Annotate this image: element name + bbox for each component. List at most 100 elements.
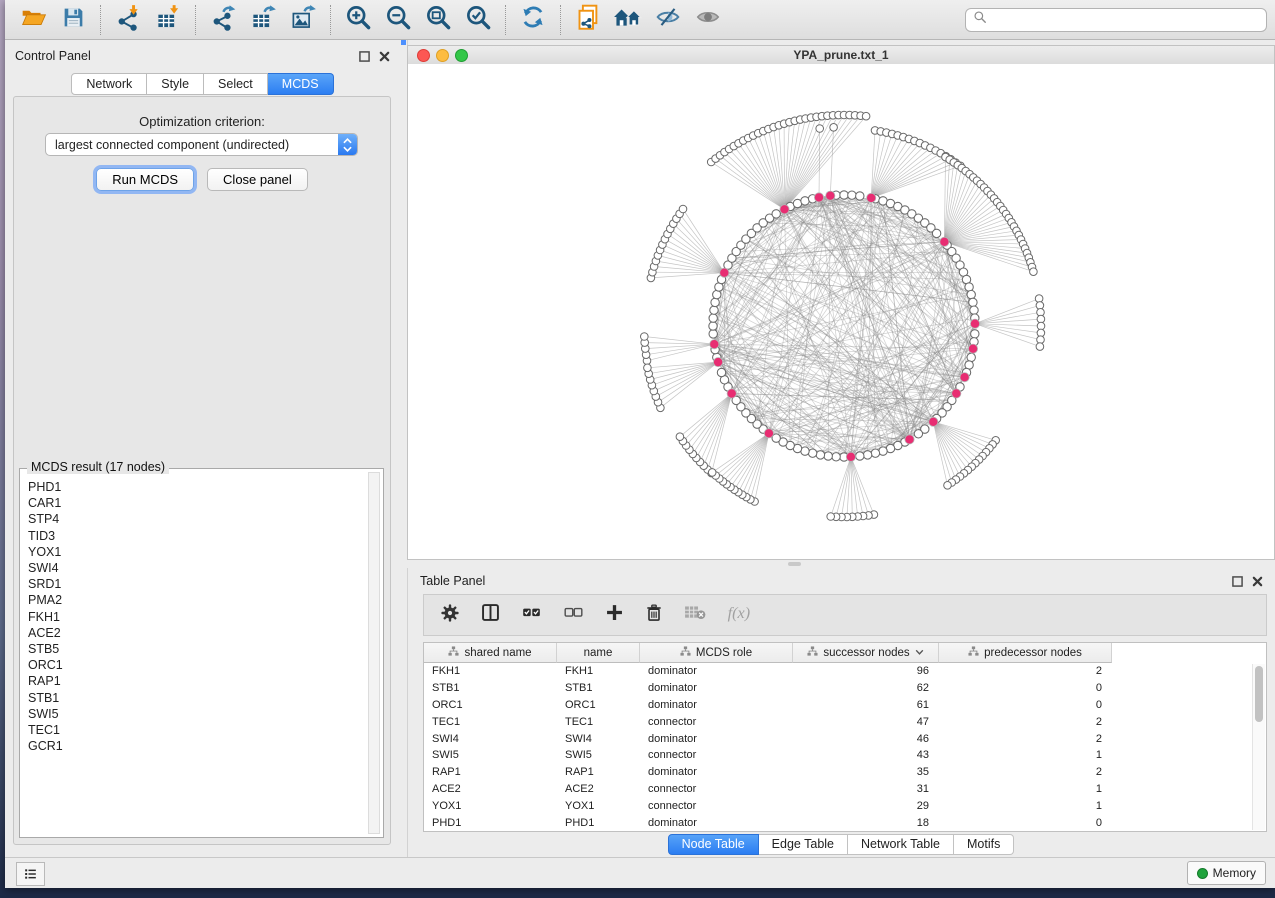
- memory-button[interactable]: Memory: [1187, 861, 1266, 885]
- mcds-result-item[interactable]: STB1: [28, 690, 366, 706]
- list-icon: [22, 866, 39, 882]
- table-row[interactable]: FKH1FKH1dominator962: [424, 663, 1266, 680]
- zoom-fit-button[interactable]: [418, 3, 458, 37]
- delete-columns-button[interactable]: [644, 602, 664, 629]
- mcds-result-item[interactable]: YOX1: [28, 544, 366, 560]
- table-scrollbar-thumb[interactable]: [1255, 666, 1263, 722]
- search-input[interactable]: [992, 12, 1259, 28]
- memory-label: Memory: [1213, 866, 1256, 880]
- table-row[interactable]: SWI5SWI5connector431: [424, 747, 1266, 764]
- table-scrollbar[interactable]: [1252, 664, 1265, 830]
- mcds-result-item[interactable]: SRD1: [28, 576, 366, 592]
- tab-select[interactable]: Select: [204, 73, 268, 95]
- search-box[interactable]: [965, 8, 1267, 32]
- result-list-scrollbar[interactable]: [368, 472, 380, 834]
- apply-layout-button[interactable]: [513, 3, 553, 37]
- mcds-result-item[interactable]: SWI5: [28, 706, 366, 722]
- network-graph[interactable]: [408, 64, 1274, 559]
- close-table-panel-icon[interactable]: [1252, 574, 1263, 592]
- table-cell: FKH1: [424, 665, 557, 677]
- mcds-result-item[interactable]: FKH1: [28, 609, 366, 625]
- network-window-titlebar[interactable]: YPA_prune.txt_1: [408, 46, 1274, 65]
- task-history-button[interactable]: [16, 862, 45, 886]
- close-panel-button[interactable]: Close panel: [207, 168, 308, 191]
- check-all-icon: [520, 602, 543, 628]
- table-row[interactable]: SWI4SWI4dominator462: [424, 730, 1266, 747]
- mcds-result-list[interactable]: PHD1CAR1STP4TID3YOX1SWI4SRD1PMA2FKH1ACE2…: [24, 479, 366, 834]
- export-image-button[interactable]: [283, 3, 323, 37]
- zoom-selected-button[interactable]: [458, 3, 498, 37]
- table-cell: dominator: [640, 665, 793, 677]
- create-column-button[interactable]: [604, 602, 625, 628]
- open-session-button[interactable]: [13, 3, 53, 37]
- close-panel-icon[interactable]: [379, 49, 390, 67]
- zoom-in-button[interactable]: [338, 3, 378, 37]
- control-panel: Control Panel NetworkStyleSelectMCDS Opt…: [5, 40, 400, 858]
- table-row[interactable]: RAP1RAP1dominator352: [424, 764, 1266, 781]
- mcds-result-item[interactable]: TID3: [28, 528, 366, 544]
- deselect-all-rows-button[interactable]: [562, 602, 585, 628]
- tab-edge-table[interactable]: Edge Table: [759, 834, 848, 855]
- table-cell: SWI5: [557, 749, 640, 761]
- network-document-button[interactable]: [568, 3, 608, 37]
- table-row[interactable]: PHD1PHD1dominator180: [424, 814, 1266, 831]
- criterion-dropdown[interactable]: largest connected component (undirected): [45, 133, 358, 156]
- mcds-result-item[interactable]: ORC1: [28, 657, 366, 673]
- column-header-MCDS-role[interactable]: MCDS role: [640, 643, 793, 663]
- network-canvas[interactable]: [408, 64, 1274, 559]
- export-network-button[interactable]: [203, 3, 243, 37]
- mcds-result-item[interactable]: GCR1: [28, 738, 366, 754]
- table-cell: 0: [939, 817, 1112, 829]
- column-header-predecessor-nodes[interactable]: predecessor nodes: [939, 643, 1112, 663]
- plus-icon: [604, 602, 625, 628]
- table-row[interactable]: ORC1ORC1dominator610: [424, 697, 1266, 714]
- tab-mcds[interactable]: MCDS: [268, 73, 334, 95]
- tab-network-table[interactable]: Network Table: [848, 834, 954, 855]
- sort-desc-icon: [915, 647, 924, 659]
- tab-style[interactable]: Style: [147, 73, 204, 95]
- column-header-shared-name[interactable]: shared name: [424, 643, 557, 663]
- import-network-button[interactable]: [108, 3, 148, 37]
- table-cell: ORC1: [557, 699, 640, 711]
- zoom-out-button[interactable]: [378, 3, 418, 37]
- table-row[interactable]: ACE2ACE2connector311: [424, 781, 1266, 798]
- table-row[interactable]: YOX1YOX1connector291: [424, 797, 1266, 814]
- search-icon: [973, 10, 987, 29]
- mcds-result-item[interactable]: SWI4: [28, 560, 366, 576]
- zoom-in-icon: [345, 4, 372, 36]
- mcds-result-item[interactable]: CAR1: [28, 495, 366, 511]
- mcds-result-item[interactable]: RAP1: [28, 673, 366, 689]
- save-session-button[interactable]: [53, 3, 93, 37]
- hide-selected-button[interactable]: [648, 3, 688, 37]
- show-all-nodes-button[interactable]: [608, 3, 648, 37]
- columns-icon: [480, 602, 501, 628]
- mcds-result-item[interactable]: ACE2: [28, 625, 366, 641]
- float-panel-icon[interactable]: [359, 49, 370, 67]
- float-table-panel-icon[interactable]: [1232, 574, 1243, 592]
- table-row[interactable]: TEC1TEC1connector472: [424, 713, 1266, 730]
- column-header-successor-nodes[interactable]: successor nodes: [793, 643, 939, 663]
- mcds-result-item[interactable]: TEC1: [28, 722, 366, 738]
- column-label: MCDS role: [696, 647, 752, 659]
- tab-network[interactable]: Network: [71, 73, 147, 95]
- mcds-result-item[interactable]: PMA2: [28, 592, 366, 608]
- table-cell: SWI4: [424, 733, 557, 745]
- tab-motifs[interactable]: Motifs: [954, 834, 1014, 855]
- optimization-criterion-label: Optimization criterion:: [14, 114, 390, 129]
- mcds-result-item[interactable]: STP4: [28, 511, 366, 527]
- table-row[interactable]: STB1STB1dominator620: [424, 680, 1266, 697]
- column-header-name[interactable]: name: [557, 643, 640, 663]
- houses-icon: [613, 4, 643, 35]
- toggle-panes-button[interactable]: [480, 602, 501, 628]
- tab-node-table[interactable]: Node Table: [668, 834, 759, 855]
- mcds-result-item[interactable]: STB5: [28, 641, 366, 657]
- horizontal-splitter[interactable]: [407, 560, 1275, 568]
- table-cell: TEC1: [424, 716, 557, 728]
- import-table-button[interactable]: [148, 3, 188, 37]
- show-hidden-button[interactable]: [688, 3, 728, 37]
- table-settings-button[interactable]: [439, 602, 461, 629]
- select-all-rows-button[interactable]: [520, 602, 543, 628]
- mcds-result-item[interactable]: PHD1: [28, 479, 366, 495]
- run-mcds-button[interactable]: Run MCDS: [96, 168, 194, 191]
- export-table-button[interactable]: [243, 3, 283, 37]
